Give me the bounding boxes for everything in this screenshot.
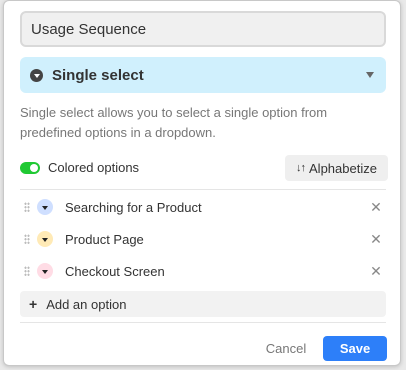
add-option-label: Add an option [46, 296, 127, 312]
field-type-select[interactable]: Single select [20, 57, 386, 93]
option-row: Checkout Screen ✕ [20, 255, 386, 287]
field-editor-dialog: Single select Single select allows you t… [3, 0, 401, 366]
option-label[interactable]: Searching for a Product [65, 200, 368, 215]
plus-icon: + [29, 296, 38, 312]
field-name-input[interactable] [20, 11, 386, 47]
alphabetize-button[interactable]: ↓↑ Alphabetize [285, 155, 388, 181]
caret-down-icon [366, 72, 374, 78]
option-color-picker[interactable] [37, 199, 53, 215]
field-type-label: Single select [52, 66, 144, 84]
colored-options-toggle[interactable]: Colored options [20, 160, 139, 175]
alphabetize-label: Alphabetize [309, 160, 377, 176]
save-button[interactable]: Save [323, 336, 387, 361]
toggle-knob [30, 163, 38, 172]
drag-handle-icon[interactable] [24, 202, 30, 212]
option-row: Searching for a Product ✕ [20, 191, 386, 223]
close-icon[interactable]: ✕ [368, 199, 384, 216]
option-row: Product Page ✕ [20, 223, 386, 255]
sort-arrows-icon: ↓↑ [296, 162, 306, 174]
option-color-picker[interactable] [37, 231, 53, 247]
drag-handle-icon[interactable] [24, 234, 30, 244]
drag-handle-icon[interactable] [24, 266, 30, 276]
toggle-switch[interactable] [20, 161, 40, 174]
close-icon[interactable]: ✕ [368, 263, 384, 280]
chevron-down-circle-icon [30, 68, 43, 82]
field-type-description: Single select allows you to select a sin… [20, 105, 328, 140]
option-label[interactable]: Product Page [65, 232, 368, 247]
add-option-button[interactable]: + Add an option [20, 291, 386, 317]
divider [20, 322, 386, 323]
option-label[interactable]: Checkout Screen [65, 264, 368, 279]
close-icon[interactable]: ✕ [368, 231, 384, 248]
option-color-picker[interactable] [37, 263, 53, 279]
divider [20, 189, 386, 190]
colored-options-label: Colored options [48, 160, 140, 175]
cancel-button[interactable]: Cancel [256, 336, 316, 360]
